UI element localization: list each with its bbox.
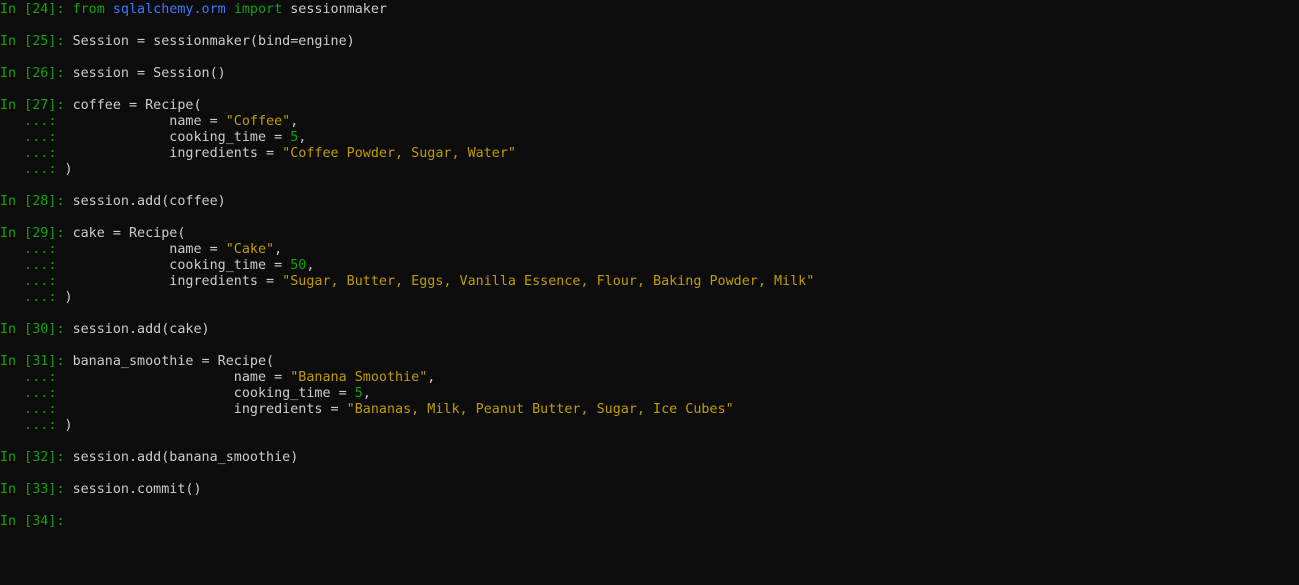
code-token: ingredients =	[64, 402, 347, 417]
code-token: name =	[64, 114, 226, 129]
code-token: "Sugar, Butter, Eggs, Vanilla Essence, F…	[282, 274, 815, 289]
code-token: 5	[354, 386, 363, 401]
code-token: "Coffee Powder, Sugar, Water"	[282, 146, 516, 161]
continuation-line: ...: ingredients = "Coffee Powder, Sugar…	[0, 146, 1299, 162]
input-prompt: In [30]:	[0, 322, 73, 337]
input-prompt: In [24]:	[0, 2, 73, 17]
continuation-prompt: ...:	[0, 146, 65, 161]
continuation-prompt: ...:	[0, 418, 65, 433]
code-token: sessionmaker	[282, 2, 387, 17]
input-line: In [33]: session.commit()	[0, 482, 1299, 498]
code-token: )	[64, 290, 73, 305]
code-token: Session = sessionmaker(bind=engine)	[72, 34, 355, 49]
continuation-prompt: ...:	[0, 258, 65, 273]
code-token: cooking_time =	[64, 130, 291, 145]
continuation-prompt: ...:	[0, 402, 65, 417]
input-prompt: In [33]:	[0, 482, 73, 497]
input-prompt: In [31]:	[0, 354, 73, 369]
input-line: In [26]: session = Session()	[0, 66, 1299, 82]
code-token: "Bananas, Milk, Peanut Butter, Sugar, Ic…	[346, 402, 734, 417]
code-token: )	[64, 418, 73, 433]
input-line: In [28]: session.add(coffee)	[0, 194, 1299, 210]
continuation-prompt: ...:	[0, 114, 65, 129]
code-token: from	[72, 2, 105, 17]
code-token: session.add(banana_smoothie)	[72, 450, 299, 465]
terminal-window[interactable]: In [24]: from sqlalchemy.orm import sess…	[0, 0, 1299, 585]
input-line: In [24]: from sqlalchemy.orm import sess…	[0, 2, 1299, 18]
code-token: ,	[290, 114, 299, 129]
code-token: cooking_time =	[64, 258, 291, 273]
code-token: )	[64, 162, 73, 177]
continuation-line: ...: name = "Banana Smoothie",	[0, 370, 1299, 386]
input-line: In [27]: coffee = Recipe(	[0, 98, 1299, 114]
input-line: In [30]: session.add(cake)	[0, 322, 1299, 338]
code-token: ingredients =	[64, 274, 283, 289]
continuation-prompt: ...:	[0, 370, 65, 385]
continuation-line: ...: name = "Coffee",	[0, 114, 1299, 130]
input-prompt: In [34]:	[0, 514, 73, 529]
code-token: ,	[427, 370, 436, 385]
code-token: ,	[362, 386, 371, 401]
input-prompt: In [29]:	[0, 226, 73, 241]
continuation-prompt: ...:	[0, 290, 65, 305]
input-prompt: In [32]:	[0, 450, 73, 465]
continuation-line: ...: cooking_time = 5,	[0, 130, 1299, 146]
code-token: session.add(coffee)	[72, 194, 226, 209]
code-token: import	[233, 2, 283, 17]
code-token: cooking_time =	[64, 386, 355, 401]
input-line: In [31]: banana_smoothie = Recipe(	[0, 354, 1299, 370]
code-token: "Cake"	[225, 242, 275, 257]
code-token: cake = Recipe(	[72, 226, 186, 241]
continuation-line: ...: cooking_time = 50,	[0, 258, 1299, 274]
input-line: In [25]: Session = sessionmaker(bind=eng…	[0, 34, 1299, 50]
continuation-line: ...: )	[0, 418, 1299, 434]
code-token: coffee = Recipe(	[72, 98, 202, 113]
code-token: 50	[290, 258, 307, 273]
input-prompt: In [27]:	[0, 98, 73, 113]
input-line: In [32]: session.add(banana_smoothie)	[0, 450, 1299, 466]
continuation-line: ...: )	[0, 290, 1299, 306]
input-prompt: In [28]:	[0, 194, 73, 209]
input-prompt: In [26]:	[0, 66, 73, 81]
code-token: session.commit()	[72, 482, 202, 497]
code-token: ,	[274, 242, 283, 257]
code-token: ,	[298, 130, 307, 145]
continuation-line: ...: )	[0, 162, 1299, 178]
code-token: ingredients =	[64, 146, 283, 161]
input-prompt: In [25]:	[0, 34, 73, 49]
code-token: "Banana Smoothie"	[290, 370, 428, 385]
continuation-line: ...: ingredients = "Bananas, Milk, Peanu…	[0, 402, 1299, 418]
continuation-prompt: ...:	[0, 386, 65, 401]
code-token: banana_smoothie = Recipe(	[72, 354, 275, 369]
code-token: ,	[306, 258, 315, 273]
continuation-line: ...: cooking_time = 5,	[0, 386, 1299, 402]
code-token: name =	[64, 370, 291, 385]
continuation-prompt: ...:	[0, 242, 65, 257]
code-token: session = Session()	[72, 66, 226, 81]
continuation-prompt: ...:	[0, 130, 65, 145]
input-line[interactable]: In [34]:	[0, 514, 1299, 530]
code-token: session.add(cake)	[72, 322, 210, 337]
code-token: "Coffee"	[225, 114, 291, 129]
code-token: sqlalchemy.orm	[112, 2, 226, 17]
continuation-line: ...: ingredients = "Sugar, Butter, Eggs,…	[0, 274, 1299, 290]
continuation-line: ...: name = "Cake",	[0, 242, 1299, 258]
continuation-prompt: ...:	[0, 274, 65, 289]
code-token: name =	[64, 242, 226, 257]
continuation-prompt: ...:	[0, 162, 65, 177]
input-line: In [29]: cake = Recipe(	[0, 226, 1299, 242]
